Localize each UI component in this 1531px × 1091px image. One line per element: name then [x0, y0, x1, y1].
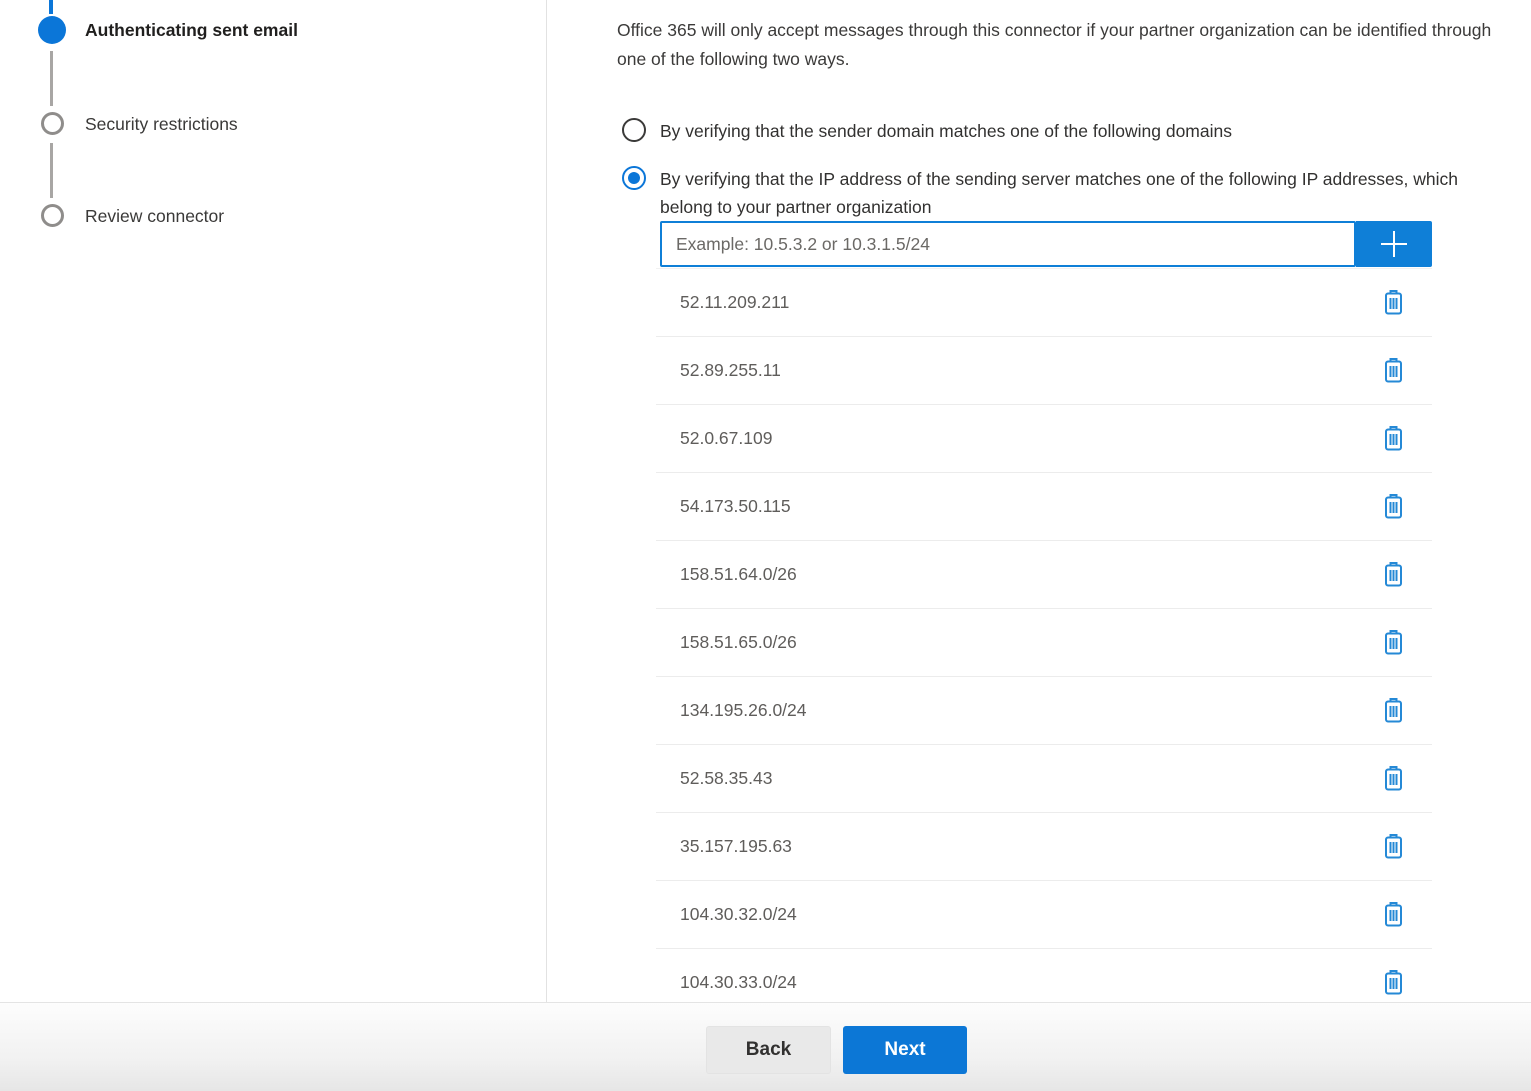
list-item: 134.195.26.0/24	[656, 677, 1432, 745]
delete-ip-button[interactable]	[1381, 559, 1406, 590]
trash-icon	[1383, 833, 1404, 860]
back-button[interactable]: Back	[706, 1026, 831, 1074]
ip-address-value: 52.89.255.11	[680, 360, 1381, 381]
delete-ip-button[interactable]	[1381, 899, 1406, 930]
page-description: Office 365 will only accept messages thr…	[617, 16, 1523, 73]
wizard-content-area: Authenticating sent email Security restr…	[0, 0, 1531, 1002]
panel-divider	[546, 0, 547, 1002]
trash-icon	[1383, 697, 1404, 724]
radio-option-ip-address[interactable]: By verifying that the IP address of the …	[622, 165, 1475, 221]
stepper-rail-segment	[49, 0, 53, 14]
stepper-rail-segment	[50, 143, 53, 198]
trash-icon	[1383, 901, 1404, 928]
delete-ip-button[interactable]	[1381, 695, 1406, 726]
step-active-dot-icon	[38, 16, 66, 44]
list-item: 52.11.209.211	[656, 269, 1432, 337]
ip-address-value: 52.58.35.43	[680, 768, 1381, 789]
ip-address-value: 104.30.32.0/24	[680, 904, 1381, 925]
trash-icon	[1383, 357, 1404, 384]
ip-address-value: 52.11.209.211	[680, 292, 1381, 313]
step-authenticating-sent-email[interactable]: Authenticating sent email	[85, 20, 298, 41]
ip-address-list: 52.11.209.211 52.89.255.11 52.0.67.109 54.1…	[656, 268, 1432, 1002]
wizard-stepper: Authenticating sent email Security restr…	[0, 0, 546, 1002]
list-item: 52.0.67.109	[656, 405, 1432, 473]
radio-option-label: By verifying that the IP address of the …	[660, 165, 1475, 221]
ip-address-value: 104.30.33.0/24	[680, 972, 1381, 993]
trash-icon	[1383, 561, 1404, 588]
radio-unselected-icon[interactable]	[622, 118, 646, 142]
radio-selected-icon[interactable]	[622, 166, 646, 190]
delete-ip-button[interactable]	[1381, 967, 1406, 998]
delete-ip-button[interactable]	[1381, 627, 1406, 658]
step-security-restrictions[interactable]: Security restrictions	[85, 114, 238, 135]
trash-icon	[1383, 969, 1404, 996]
ip-address-value: 54.173.50.115	[680, 496, 1381, 517]
step-dot-icon	[41, 204, 64, 227]
list-item: 158.51.64.0/26	[656, 541, 1432, 609]
ip-address-value: 52.0.67.109	[680, 428, 1381, 449]
add-ip-button[interactable]	[1356, 221, 1432, 267]
radio-option-label: By verifying that the sender domain matc…	[660, 117, 1232, 145]
trash-icon	[1383, 289, 1404, 316]
next-button[interactable]: Next	[843, 1026, 967, 1074]
list-item: 104.30.33.0/24	[656, 949, 1432, 1002]
delete-ip-button[interactable]	[1381, 831, 1406, 862]
list-item: 35.157.195.63	[656, 813, 1432, 881]
list-item: 52.89.255.11	[656, 337, 1432, 405]
list-item: 104.30.32.0/24	[656, 881, 1432, 949]
trash-icon	[1383, 425, 1404, 452]
trash-icon	[1383, 765, 1404, 792]
list-item: 158.51.65.0/26	[656, 609, 1432, 677]
delete-ip-button[interactable]	[1381, 287, 1406, 318]
trash-icon	[1383, 493, 1404, 520]
ip-address-value: 134.195.26.0/24	[680, 700, 1381, 721]
delete-ip-button[interactable]	[1381, 355, 1406, 386]
delete-ip-button[interactable]	[1381, 491, 1406, 522]
plus-icon	[1379, 229, 1409, 259]
ip-address-value: 158.51.64.0/26	[680, 564, 1381, 585]
ip-address-value: 158.51.65.0/26	[680, 632, 1381, 653]
step-review-connector[interactable]: Review connector	[85, 206, 224, 227]
list-item: 54.173.50.115	[656, 473, 1432, 541]
ip-address-value: 35.157.195.63	[680, 836, 1381, 857]
list-item: 52.58.35.43	[656, 745, 1432, 813]
step-dot-icon	[41, 112, 64, 135]
stepper-rail-segment	[50, 51, 53, 106]
trash-icon	[1383, 629, 1404, 656]
wizard-footer: Back Next	[0, 1002, 1531, 1091]
delete-ip-button[interactable]	[1381, 763, 1406, 794]
radio-option-sender-domain[interactable]: By verifying that the sender domain matc…	[622, 117, 1232, 145]
ip-address-input[interactable]	[660, 221, 1356, 267]
delete-ip-button[interactable]	[1381, 423, 1406, 454]
